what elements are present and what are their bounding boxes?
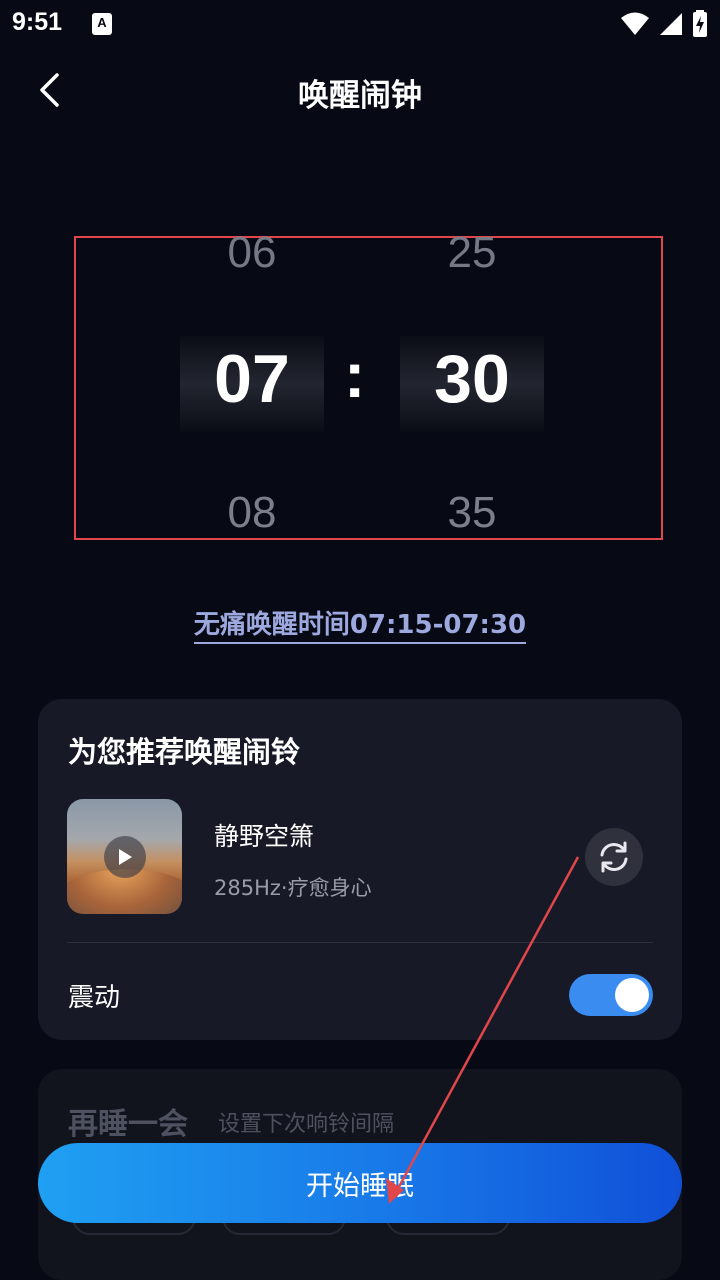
recommend-heading: 为您推荐唤醒闹铃 [68, 735, 301, 769]
time-separator: : [344, 339, 366, 411]
status-icons [620, 10, 708, 38]
vibrate-label: 震动 [68, 983, 121, 1013]
refresh-icon [600, 841, 628, 873]
minute-above[interactable]: 25 [400, 228, 544, 278]
wake-window-link[interactable]: 无痛唤醒时间07:15-07:30 [193, 610, 527, 644]
hour-above[interactable]: 06 [180, 228, 324, 278]
minute-below[interactable]: 35 [400, 488, 544, 538]
hour-selected[interactable]: 07 [180, 340, 324, 418]
time-picker: 06 07 08 : 25 30 35 [74, 228, 663, 540]
wifi-icon [621, 12, 649, 35]
play-icon[interactable] [104, 836, 146, 878]
wake-window: 无痛唤醒时间07:15-07:30 [0, 604, 720, 644]
snooze-title: 再睡一会 [68, 1107, 188, 1142]
start-sleep-button[interactable]: 开始睡眠 [38, 1143, 682, 1223]
battery-charging-icon [693, 10, 707, 37]
page-title: 唤醒闹钟 [298, 78, 422, 114]
recommend-card: 为您推荐唤醒闹铃 静野空箫 285Hz·疗愈身心 震动 [38, 699, 682, 1040]
notification-a-icon: A [92, 13, 112, 35]
snooze-hint: 设置下次响铃间隔 [218, 1112, 395, 1137]
signal-icon [660, 13, 682, 35]
hour-below[interactable]: 08 [180, 488, 324, 538]
minute-selected[interactable]: 30 [400, 340, 544, 418]
track-name[interactable]: 静野空箫 [214, 817, 314, 853]
hour-wheel[interactable]: 06 07 08 [180, 228, 324, 540]
status-bar: 9:51 A [0, 0, 720, 48]
refresh-button[interactable] [585, 828, 643, 886]
status-time: 9:51 [12, 8, 63, 36]
track-subtitle: 285Hz·疗愈身心 [214, 876, 372, 900]
start-sleep-label: 开始睡眠 [306, 1170, 414, 1202]
minute-wheel[interactable]: 25 30 35 [400, 228, 544, 540]
vibrate-toggle[interactable] [569, 974, 653, 1016]
toggle-knob [615, 978, 649, 1012]
music-thumbnail[interactable] [67, 799, 182, 914]
divider [67, 942, 653, 943]
